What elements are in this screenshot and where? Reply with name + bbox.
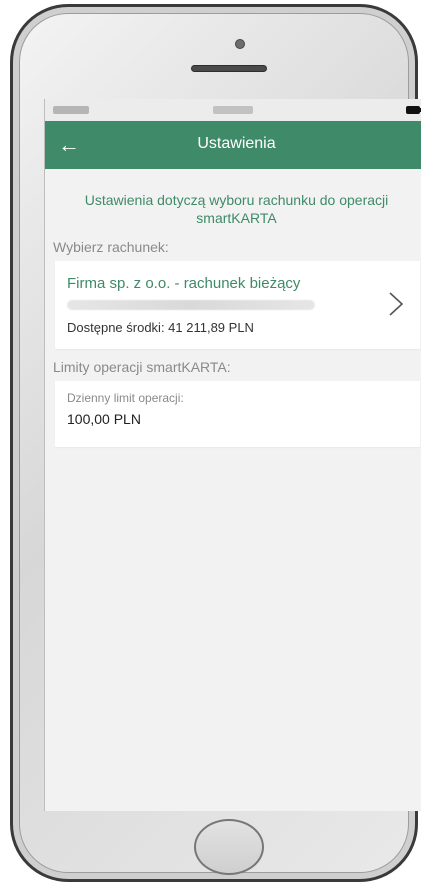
account-select-card[interactable]: Firma sp. z o.o. - rachunek bieżący Dost… [55, 261, 420, 349]
status-time [213, 106, 253, 114]
daily-limit-value: 100,00 PLN [67, 411, 141, 427]
account-name: Firma sp. z o.o. - rachunek bieżący [67, 275, 301, 292]
app-screen: ← Ustawienia Ustawienia dotyczą wyboru r… [44, 99, 421, 811]
camera-icon [235, 39, 245, 49]
page-title: Ustawienia [197, 135, 276, 152]
available-funds: Dostępne środki: 41 211,89 PLN [67, 320, 254, 335]
daily-limit-label: Dzienny limit operacji: [67, 391, 184, 405]
account-section-label: Wybierz rachunek: [53, 239, 169, 255]
carrier-indicator [53, 106, 89, 114]
phone-frame: ← Ustawienia Ustawienia dotyczą wyboru r… [10, 4, 421, 882]
daily-limit-card[interactable]: Dzienny limit operacji: 100,00 PLN [55, 381, 420, 447]
intro-text: Ustawienia dotyczą wyboru rachunku do op… [84, 192, 389, 226]
app-header: ← Ustawienia [45, 121, 421, 169]
account-number-masked [67, 300, 315, 310]
battery-icon [406, 106, 421, 114]
limits-section-label: Limity operacji smartKARTA: [53, 359, 231, 375]
chevron-right-icon [389, 292, 404, 316]
speaker-grille [191, 65, 267, 72]
home-button[interactable] [194, 819, 264, 875]
status-bar [45, 99, 421, 121]
